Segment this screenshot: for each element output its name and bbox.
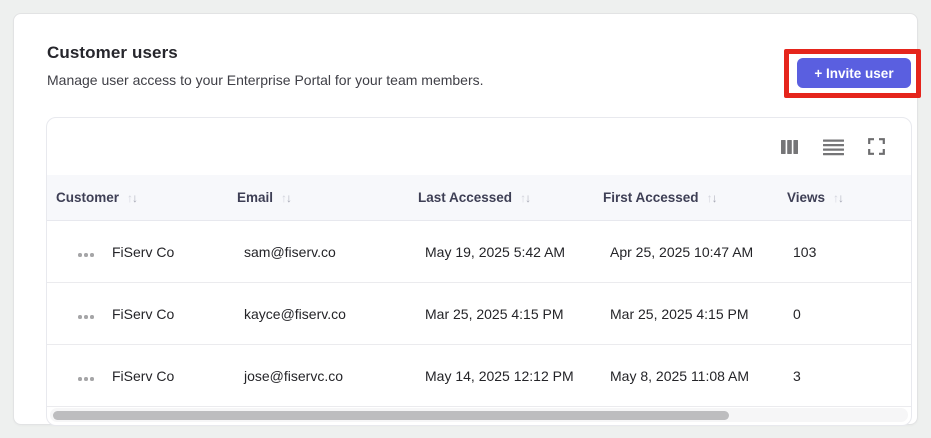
dot bbox=[90, 253, 94, 257]
cell-customer: FiServ Co bbox=[112, 367, 175, 384]
sort-down-arrow: ↓ bbox=[525, 190, 532, 205]
sort-down-arrow: ↓ bbox=[711, 190, 718, 205]
horizontal-scrollbar[interactable] bbox=[50, 408, 908, 422]
column-label: First Accessed bbox=[603, 190, 699, 205]
cell-email: kayce@fiserv.co bbox=[244, 305, 346, 322]
cell-last-accessed: Mar 25, 2025 4:15 PM bbox=[425, 305, 564, 322]
row-menu-icon[interactable] bbox=[78, 253, 94, 257]
row-menu-icon[interactable] bbox=[78, 377, 94, 381]
invite-user-button[interactable]: + Invite user bbox=[797, 58, 911, 88]
column-label: Last Accessed bbox=[418, 190, 513, 205]
users-table-card: Customer ↑ ↓ Email ↑ ↓ Last Accessed ↑ ↓ Fi… bbox=[46, 117, 912, 426]
dot bbox=[78, 377, 82, 381]
cell-first-accessed: Mar 25, 2025 4:15 PM bbox=[610, 305, 749, 322]
sort-down-arrow: ↓ bbox=[132, 190, 139, 205]
table-row: FiServ Co jose@fiservc.co May 14, 2025 1… bbox=[47, 345, 911, 407]
cell-customer: FiServ Co bbox=[112, 305, 175, 322]
row-actions-cell bbox=[47, 368, 112, 384]
column-header-customer[interactable]: Customer ↑ ↓ bbox=[56, 190, 237, 205]
fullscreen-icon[interactable] bbox=[868, 138, 885, 155]
cell-first-accessed: Apr 25, 2025 10:47 AM bbox=[610, 243, 754, 260]
table-toolbar bbox=[47, 118, 911, 175]
row-actions-cell bbox=[47, 306, 112, 322]
dot bbox=[84, 315, 88, 319]
sort-down-arrow: ↓ bbox=[286, 190, 293, 205]
table-header-row: Customer ↑ ↓ Email ↑ ↓ Last Accessed ↑ ↓ Fi… bbox=[47, 175, 911, 221]
dot bbox=[84, 377, 88, 381]
sort-icon: ↑ ↓ bbox=[833, 192, 844, 204]
column-label: Customer bbox=[56, 190, 120, 205]
column-label: Email bbox=[237, 190, 274, 205]
dot bbox=[90, 377, 94, 381]
cell-views: 3 bbox=[793, 367, 801, 384]
column-header-views[interactable]: Views ↑ ↓ bbox=[787, 190, 911, 205]
cell-last-accessed: May 14, 2025 12:12 PM bbox=[425, 367, 574, 384]
row-actions-cell bbox=[47, 244, 112, 260]
cell-last-accessed: May 19, 2025 5:42 AM bbox=[425, 243, 566, 260]
scrollbar-thumb[interactable] bbox=[53, 410, 729, 420]
dot bbox=[90, 315, 94, 319]
page-title: Customer users bbox=[47, 43, 178, 62]
dot bbox=[84, 253, 88, 257]
column-header-email[interactable]: Email ↑ ↓ bbox=[237, 190, 418, 205]
table-row: FiServ Co kayce@fiserv.co Mar 25, 2025 4… bbox=[47, 283, 911, 345]
column-header-last-accessed[interactable]: Last Accessed ↑ ↓ bbox=[418, 190, 603, 205]
sort-icon: ↑ ↓ bbox=[281, 192, 292, 204]
page-subtitle: Manage user access to your Enterprise Po… bbox=[47, 72, 484, 88]
sort-icon: ↑ ↓ bbox=[520, 192, 531, 204]
dot bbox=[78, 253, 82, 257]
density-icon[interactable] bbox=[823, 138, 844, 156]
sort-icon: ↑ ↓ bbox=[127, 192, 138, 204]
sort-down-arrow: ↓ bbox=[838, 190, 845, 205]
cell-email: sam@fiserv.co bbox=[244, 243, 336, 260]
cell-customer: FiServ Co bbox=[112, 243, 175, 260]
column-header-first-accessed[interactable]: First Accessed ↑ ↓ bbox=[603, 190, 787, 205]
dot bbox=[78, 315, 82, 319]
cell-email: jose@fiservc.co bbox=[244, 367, 344, 384]
cell-views: 0 bbox=[793, 305, 801, 322]
columns-icon[interactable] bbox=[780, 138, 799, 156]
column-label: Views bbox=[787, 190, 826, 205]
customer-users-card: Customer users Manage user access to you… bbox=[13, 13, 921, 426]
table-row: FiServ Co sam@fiserv.co May 19, 2025 5:4… bbox=[47, 221, 911, 283]
row-menu-icon[interactable] bbox=[78, 315, 94, 319]
cell-views: 103 bbox=[793, 243, 817, 260]
sort-icon: ↑ ↓ bbox=[707, 192, 718, 204]
cell-first-accessed: May 8, 2025 11:08 AM bbox=[610, 367, 750, 384]
